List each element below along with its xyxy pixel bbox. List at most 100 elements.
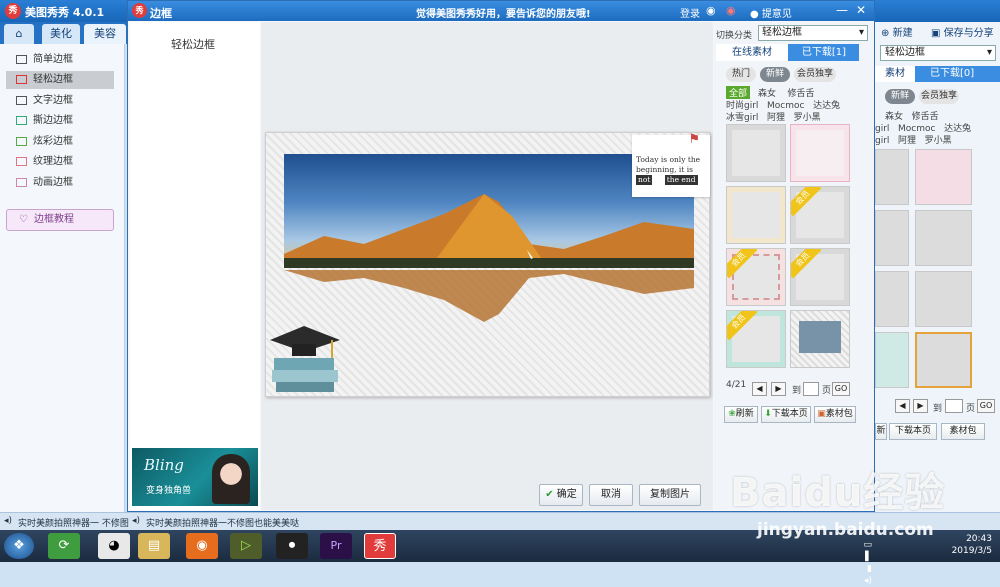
save-share-button[interactable]: ▣ 保存与分享 (931, 25, 994, 43)
switch-category-label: 切换分类 (716, 31, 753, 41)
clock-time[interactable]: 20:43 (952, 533, 992, 545)
border-category-heading: 轻松边框 (171, 38, 215, 51)
material-pack-button[interactable]: ▣素材包 (814, 406, 856, 423)
login-link[interactable]: 登录 (680, 5, 700, 20)
tray-icons[interactable]: ▭ ▌ ▮ ◂) (863, 539, 872, 587)
material-thumb-vip[interactable]: 会员 (790, 248, 850, 306)
tag-row3: 冰雪girl 阿狸 罗小黑 (726, 113, 821, 123)
menu-torn-border[interactable]: 撕边边框 (6, 112, 114, 130)
text-sticker: ⚑ Today is only the beginning, it is not… (632, 132, 710, 197)
dialog-logo-icon: 秀 (132, 3, 147, 18)
weibo-icon[interactable]: ◉ (726, 4, 736, 17)
menu-easy-border[interactable]: 轻松边框 (6, 71, 114, 89)
refresh-button[interactable]: ❀刷新 (724, 406, 758, 423)
tab-online-materials[interactable]: 在线素材 (716, 44, 788, 61)
material-thumb[interactable] (790, 124, 850, 182)
app-logo-icon: 秀 (5, 3, 21, 19)
menu-simple-border[interactable]: 简单边框 (6, 51, 114, 69)
dialog-close-icon[interactable]: ✕ (856, 3, 866, 17)
tab-beauty[interactable]: 美容 (84, 24, 126, 44)
graduation-cap-sticker (270, 326, 340, 392)
simple-border-icon (16, 54, 27, 64)
prev-page-icon[interactable]: ◀ (752, 382, 767, 396)
material-thumb-vip[interactable]: 会员 (726, 310, 786, 368)
tab-downloaded[interactable]: 已下载[1] (790, 44, 858, 61)
premiere-icon[interactable]: Pr (320, 533, 352, 559)
banner-subtitle: 变身独角兽 (146, 486, 192, 496)
border-dialog: 秀 边框 觉得美图秀秀好用，要告诉您的朋友哦! 登录 ◉ ◉ ● 提意见 — ✕… (127, 0, 875, 512)
material-thumb-vip[interactable]: 会员 (726, 248, 786, 306)
next-page-icon[interactable]: ▶ (771, 382, 786, 396)
home-icon: ⌂ (15, 27, 23, 40)
text-border-icon (16, 95, 27, 105)
recorder-icon[interactable]: ⏺ (276, 533, 308, 559)
material-thumb-graduation[interactable] (790, 310, 850, 368)
material-thumb[interactable] (726, 124, 786, 182)
dialog-title-bar: 秀 边框 觉得美图秀秀好用，要告诉您的朋友哦! 登录 ◉ ◉ ● 提意见 — ✕ (128, 1, 874, 21)
material-thumb-vip[interactable]: 会员 (790, 186, 850, 244)
category-select[interactable]: 轻松边框 ▾ (758, 25, 868, 41)
qq-icon[interactable]: ◉ (706, 4, 716, 17)
tab-beautify[interactable]: 美化 (42, 24, 80, 44)
menu-text-border[interactable]: 文字边框 (6, 92, 114, 110)
dialog-title: 边框 (150, 7, 172, 20)
dialog-minimize-icon[interactable]: — (836, 3, 848, 17)
page-number-input[interactable] (803, 382, 819, 396)
background-material-panel: ▭ ≡ — □ ✕ (875, 22, 1000, 512)
border-frame-preview: ⚑ Today is only the beginning, it is not… (265, 132, 710, 397)
feedback-link[interactable]: ● 提意见 (750, 5, 792, 20)
new-button[interactable]: ⊕ 新建 (881, 25, 913, 43)
material-panel: 切换分类 轻松边框 ▾ 在线素材 已下载[1] 热门 新鲜 会员独享 全部 森女 … (714, 22, 874, 510)
firefox-icon[interactable]: ◉ (186, 533, 218, 559)
chip-vip[interactable]: 会员独享 (794, 67, 836, 82)
menu-animated-border[interactable]: 动画边框 (6, 174, 114, 192)
ribbon-icon: ⚑ (688, 132, 700, 147)
banner-title: Bling (144, 456, 184, 474)
promo-banner[interactable]: Bling 变身独角兽 (132, 448, 258, 506)
bg-toolbar: ⊕ 新建 ▣ 保存与分享 (875, 22, 1000, 42)
chip-new[interactable]: 新鲜 (760, 67, 790, 82)
left-border-menu: 简单边框 轻松边框 文字边框 撕边边框 炫彩边框 纹理边框 动画边框 ♡ 边框教程 (0, 44, 125, 512)
start-button-icon[interactable]: ❖ (4, 533, 34, 559)
torn-border-icon (16, 115, 27, 125)
baidu-watermark: Baidu经验 (730, 470, 946, 516)
confirm-button[interactable]: ✔ 确定 (539, 484, 583, 506)
go-button[interactable]: GO (832, 382, 850, 396)
cancel-button[interactable]: 取消 (589, 484, 633, 506)
preview-canvas: ⚑ Today is only the beginning, it is not… (261, 22, 713, 510)
meitu-app-icon[interactable]: 秀 (364, 533, 396, 559)
app-title: 美图秀秀 4.0.1 (25, 6, 105, 19)
copy-image-button[interactable]: 复制图片 (639, 484, 701, 506)
promo-text[interactable]: 觉得美图秀秀好用，要告诉您的朋友哦! (416, 5, 591, 20)
texture-border-icon (16, 156, 27, 166)
dialog-left-panel: 轻松边框 Bling 变身独角兽 (130, 22, 260, 510)
status-mid-text[interactable]: 实时美颜拍照神器一不修图也能美美哒 (146, 516, 299, 529)
package-icon: ▣ (817, 409, 826, 419)
easy-border-icon (16, 74, 27, 84)
material-tabs: 在线素材 已下载[1] (716, 44, 859, 61)
save-icon: ▣ (931, 28, 941, 39)
home-tab[interactable]: ⌂ (4, 24, 34, 44)
download-page-button[interactable]: ⬇下载本页 (761, 406, 811, 423)
chip-hot[interactable]: 热门 (726, 67, 756, 82)
file-explorer-icon[interactable]: ▤ (138, 533, 170, 559)
banner-portrait (212, 454, 250, 504)
menu-texture-border[interactable]: 纹理边框 (6, 153, 114, 171)
main-tab-bar: ⌂ 美化 美容 (0, 22, 128, 44)
goto-label: 到 (792, 386, 802, 396)
menu-colorful-border[interactable]: 炫彩边框 (6, 133, 114, 151)
border-tutorial-button[interactable]: ♡ 边框教程 (6, 209, 114, 231)
qq-app-icon[interactable]: ◕ (98, 533, 130, 559)
baidu-watermark-url: jingyan.baidu.com (757, 520, 934, 540)
clock-date[interactable]: 2019/3/5 (952, 545, 992, 557)
page-indicator: 4/21 (726, 380, 747, 390)
download-icon: ⬇ (764, 409, 772, 419)
media-player-icon[interactable]: ▷ (230, 533, 262, 559)
system-tray: ▭ ▌ ▮ ◂) 20:43 2019/3/5 (863, 533, 992, 586)
material-thumb[interactable] (726, 186, 786, 244)
speaker-icon: ◂) (132, 516, 141, 526)
status-left-text[interactable]: 实时美颜拍照神器一 不修图 (18, 516, 129, 529)
security-app-icon[interactable]: ⟳ (48, 533, 80, 559)
page-label: 页 (822, 386, 832, 396)
speaker-icon: ◂) (4, 516, 13, 526)
